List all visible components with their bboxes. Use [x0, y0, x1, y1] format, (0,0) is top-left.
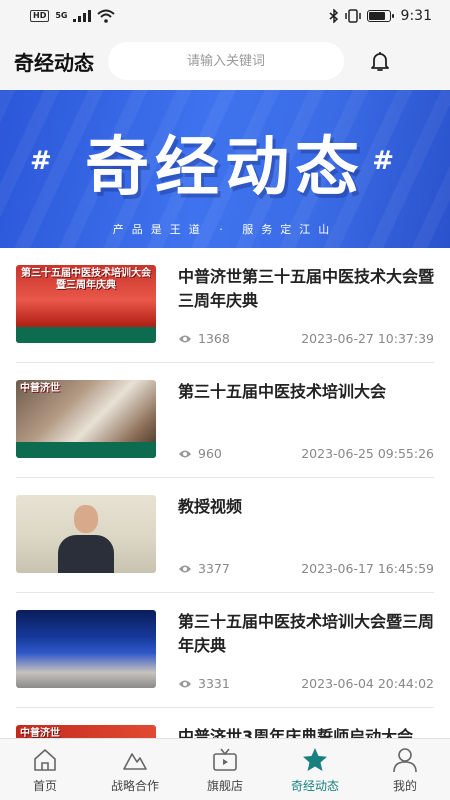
news-item[interactable]: 第三十五届中医技术培训大会暨三周年庆典 中普济世第三十五届中医技术大会暨三周年庆… [16, 248, 434, 363]
view-count: 1368 [178, 331, 230, 346]
tab-label: 我的 [392, 778, 417, 793]
tab-label: 奇经动态 [290, 778, 339, 793]
news-date: 2023-06-04 20:44:02 [301, 676, 434, 691]
tab-label: 首页 [32, 778, 57, 793]
news-date: 2023-06-25 09:55:26 [301, 446, 434, 461]
page-title: 奇经动态 [14, 50, 94, 75]
tab-home[interactable]: 首页 [0, 739, 90, 800]
user-icon [393, 747, 417, 772]
news-title: 中普济世第三十五届中医技术大会暨三周年庆典 [178, 267, 435, 310]
eye-icon [179, 335, 191, 342]
news-meta: 1368 2023-06-27 10:37:39 [178, 331, 434, 346]
eye-icon [179, 450, 191, 457]
status-right: 9:31 [329, 8, 432, 24]
banner-slogan: 产品是王道 · 服务定江山 [112, 223, 338, 236]
eye-icon [179, 565, 191, 572]
news-meta: 3331 2023-06-04 20:44:02 [178, 676, 434, 691]
mountain-icon [123, 752, 147, 770]
status-left: HD 5G [30, 9, 116, 23]
clock: 9:31 [400, 8, 432, 24]
news-title: 教授视频 [178, 497, 243, 516]
thumbnail-caption: 中普济世 [20, 383, 60, 394]
star-icon [303, 747, 327, 771]
view-count: 3331 [178, 676, 230, 691]
news-info: 中普济世第三十五届中医技术大会暨三周年庆典 1368 2023-06-27 10… [178, 265, 434, 362]
banner-hash-right: # [372, 146, 394, 176]
news-date: 2023-06-17 16:45:59 [301, 561, 434, 576]
view-count-value: 960 [198, 446, 222, 461]
app-header: 奇经动态 [0, 32, 450, 90]
news-meta: 960 2023-06-25 09:55:26 [178, 446, 434, 461]
news-info: 教授视频 3377 2023-06-17 16:45:59 [178, 495, 434, 592]
wifi-icon [97, 9, 116, 23]
banner[interactable]: # 奇经动态 # 产品是王道 · 服务定江山 [0, 90, 450, 248]
news-title: 第三十五届中医技术培训大会暨三周年庆典 [178, 612, 435, 655]
signal-icon [73, 10, 92, 22]
view-count: 3377 [178, 561, 230, 576]
news-meta: 3377 2023-06-17 16:45:59 [178, 561, 434, 576]
news-thumbnail [16, 495, 156, 573]
search-input[interactable] [108, 42, 344, 80]
news-thumbnail: 第三十五届中医技术培训大会暨三周年庆典 [16, 265, 156, 343]
bottom-tab-bar: 首页 战略合作 旗舰店 奇经动态 我的 [0, 738, 450, 800]
thumbnail-band [16, 442, 156, 458]
news-date: 2023-06-27 10:37:39 [301, 331, 434, 346]
thumbnail-caption: 第三十五届中医技术培训大会暨三周年庆典 [21, 268, 151, 291]
bluetooth-icon [329, 9, 338, 23]
battery-icon [366, 10, 394, 22]
home-icon [34, 748, 56, 771]
tab-mine[interactable]: 我的 [360, 739, 450, 800]
tab-flagship-store[interactable]: 旗舰店 [180, 739, 270, 800]
news-item[interactable]: 第三十五届中医技术培训大会暨三周年庆典 3331 2023-06-04 20:4… [16, 593, 434, 708]
hd-badge: HD [30, 10, 50, 22]
status-bar: HD 5G 9:31 [0, 0, 450, 32]
tab-label: 旗舰店 [206, 778, 243, 793]
tab-qijing-news[interactable]: 奇经动态 [270, 739, 360, 800]
thumbnail-band [16, 327, 156, 343]
network-type: 5G [55, 11, 68, 20]
tab-strategic-cooperation[interactable]: 战略合作 [90, 739, 180, 800]
news-item[interactable]: 中普济世 第三十五届中医技术培训大会 960 2023-06-25 09:55:… [16, 363, 434, 478]
news-title: 第三十五届中医技术培训大会 [178, 382, 387, 401]
news-item[interactable]: 教授视频 3377 2023-06-17 16:45:59 [16, 478, 434, 593]
tab-label: 战略合作 [110, 778, 159, 793]
view-count-value: 3377 [198, 561, 230, 576]
news-info: 第三十五届中医技术培训大会 960 2023-06-25 09:55:26 [178, 380, 434, 477]
professor-figure [58, 505, 114, 573]
eye-icon [179, 680, 191, 687]
news-info: 第三十五届中医技术培训大会暨三周年庆典 3331 2023-06-04 20:4… [178, 610, 434, 707]
view-count-value: 1368 [198, 331, 230, 346]
news-thumbnail [16, 610, 156, 688]
vibrate-icon [344, 9, 361, 23]
view-count-value: 3331 [198, 676, 230, 691]
bell-icon[interactable] [366, 47, 394, 75]
tv-icon [213, 748, 237, 771]
news-thumbnail: 中普济世 [16, 380, 156, 458]
news-list: 第三十五届中医技术培训大会暨三周年庆典 中普济世第三十五届中医技术大会暨三周年庆… [0, 248, 450, 749]
view-count: 960 [178, 446, 222, 461]
